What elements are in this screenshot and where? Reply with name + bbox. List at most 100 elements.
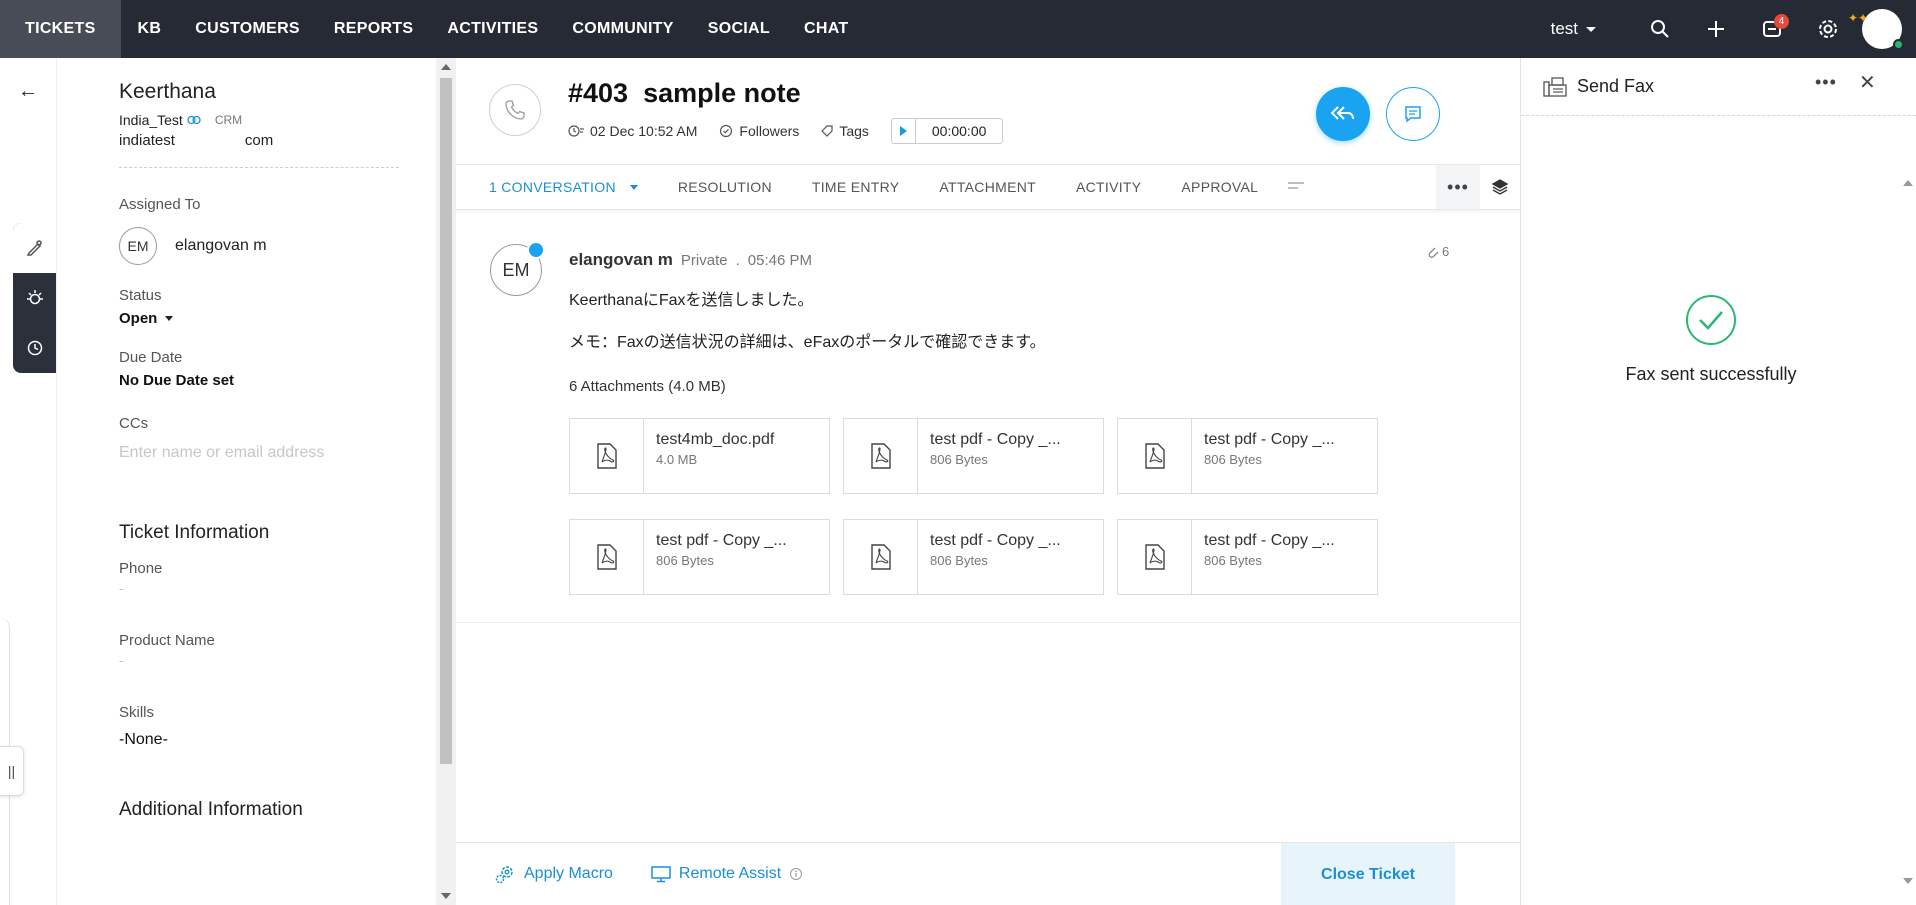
left-panel-scrollbar[interactable] [436,58,456,905]
attachment-card[interactable]: test pdf - Copy _... 806 Bytes [843,519,1104,595]
scroll-down-icon[interactable] [441,893,451,899]
phone-value[interactable]: - [119,581,436,596]
skills-value[interactable]: -None- [119,731,436,749]
send-fax-panel: Send Fax ••• ✕ Fax sent successfully [1520,58,1916,905]
nav-tab-social[interactable]: SOCIAL [691,0,787,58]
attachment-name: test pdf - Copy _... [930,532,1061,549]
play-timer-button[interactable] [892,119,916,143]
search-button[interactable] [1632,0,1688,58]
tag-icon [821,125,833,137]
attachment-size: 806 Bytes [930,452,988,467]
attachment-card[interactable]: test pdf - Copy _... 806 Bytes [843,418,1104,494]
close-icon[interactable]: ✕ [1859,70,1876,95]
attachment-card[interactable]: test pdf - Copy _... 806 Bytes [1117,519,1378,595]
department-switcher[interactable]: test [1551,19,1596,39]
assignee-field[interactable]: EM elangovan m [119,227,436,265]
status-dropdown[interactable]: Open [119,310,436,327]
scroll-down-icon[interactable] [1903,878,1913,884]
user-avatar[interactable]: ✦✦ [1848,9,1904,50]
info-icon[interactable] [789,867,803,881]
ccs-input[interactable]: Enter name or email address [119,444,436,462]
ticket-information-heading: Ticket Information [119,522,270,543]
play-icon [899,126,907,136]
tab-attachment[interactable]: ATTACHMENT [939,179,1036,195]
more-options-icon[interactable]: ••• [1815,72,1837,93]
link-icon [187,115,201,125]
divider [119,167,399,168]
remote-assist-button[interactable]: Remote Assist [651,865,803,883]
ticket-subject[interactable]: sample note [643,78,801,108]
followers-button[interactable]: Followers [719,123,799,139]
product-name-label: Product Name [119,632,215,649]
comment-button[interactable] [1386,87,1440,141]
tab-activity[interactable]: ACTIVITY [1076,179,1141,195]
attachment-card[interactable]: test4mb_doc.pdf 4.0 MB [569,418,830,494]
reply-all-icon [1330,106,1354,120]
product-name-value[interactable]: - [119,653,436,668]
scroll-up-icon[interactable] [441,64,451,70]
thread-author: elangovan m [569,250,673,269]
tab-time-entry[interactable]: TIME ENTRY [812,179,900,195]
ticket-title: #403 sample note [568,78,801,109]
scroll-up-icon[interactable] [1903,180,1913,186]
notification-badge: 4 [1774,14,1789,29]
ticket-created-date: 02 Dec 10:52 AM [568,123,697,139]
tab-resolution[interactable]: RESOLUTION [678,179,772,195]
attachment-card[interactable]: test pdf - Copy _... 806 Bytes [569,519,830,595]
scrollbar-thumb[interactable] [440,78,452,764]
nav-tab-activities[interactable]: ACTIVITIES [430,0,555,58]
thread-attachments-indicator[interactable]: 6 [1426,244,1449,259]
channel-phone-icon [489,84,541,136]
attachments-grid: test4mb_doc.pdf 4.0 MB test pdf - Copy _..… [569,418,1389,595]
reply-all-button[interactable] [1316,87,1370,141]
nav-tab-chat[interactable]: CHAT [787,0,865,58]
collapse-handle-icon[interactable]: || [0,746,24,796]
rail-tool-properties[interactable] [13,223,56,273]
nav-tab-kb[interactable]: KB [121,0,179,58]
nav-tab-customers[interactable]: CUSTOMERS [178,0,317,58]
nav-tab-reports[interactable]: REPORTS [317,0,430,58]
send-fax-title: Send Fax [1577,76,1655,96]
nav-tab-community[interactable]: COMMUNITY [555,0,690,58]
ticket-properties-panel: Keerthana India_Test CRM indiatest com As… [56,58,436,905]
apply-macro-button[interactable]: Apply Macro [494,863,613,885]
more-options-icon[interactable]: ••• [1436,165,1480,209]
layers-icon[interactable] [1480,165,1520,209]
add-button[interactable] [1688,0,1744,58]
pdf-file-icon [1118,419,1192,493]
top-nav: TICKETS KB CUSTOMERS REPORTS ACTIVITIES … [0,0,1916,58]
settings-button[interactable] [1800,0,1856,58]
account-name[interactable]: India_Test [119,112,183,128]
back-arrow-icon[interactable]: ← [18,80,38,103]
thread-author-avatar: EM [490,241,545,296]
thread-body-line: KeerthanaにFaxを送信しました。 [569,292,814,309]
sparkle-icon: ✦✦ [1848,11,1869,25]
thread-body-note: メモ：Faxの送信状況の詳細は、eFaxのポータルで確認できます。 [569,334,1046,351]
left-rail: ← || [0,58,56,905]
rail-tool-bug[interactable] [13,273,56,323]
tab-conversation[interactable]: 1 CONVERSATION [489,179,638,195]
contact-email[interactable]: indiatest com [119,132,436,149]
notifications-button[interactable]: 4 [1744,0,1800,58]
sort-lines-icon[interactable] [1288,178,1305,196]
bug-icon [26,290,43,305]
right-panel-scrollbar[interactable] [1899,116,1916,905]
pdf-file-icon [570,520,644,594]
tab-approval[interactable]: APPROVAL [1181,179,1258,195]
attachments-summary: 6 Attachments (4.0 MB) [569,378,726,395]
pdf-file-icon [570,419,644,493]
due-date-value[interactable]: No Due Date set [119,372,436,389]
attachment-card[interactable]: test pdf - Copy _... 806 Bytes [1117,418,1378,494]
online-status-dot [1893,39,1904,50]
tags-button[interactable]: Tags [821,123,869,139]
success-check-icon [1686,295,1736,345]
fax-icon [1543,76,1567,97]
close-ticket-button[interactable]: Close Ticket [1281,843,1455,905]
contact-name[interactable]: Keerthana [119,80,436,104]
nav-tab-tickets[interactable]: TICKETS [0,0,121,58]
check-circle-icon [720,124,733,138]
rail-tool-history[interactable] [13,323,56,373]
attachment-name: test4mb_doc.pdf [656,431,775,448]
crm-label: CRM [214,113,243,127]
timer-value: 00:00:00 [931,123,987,139]
